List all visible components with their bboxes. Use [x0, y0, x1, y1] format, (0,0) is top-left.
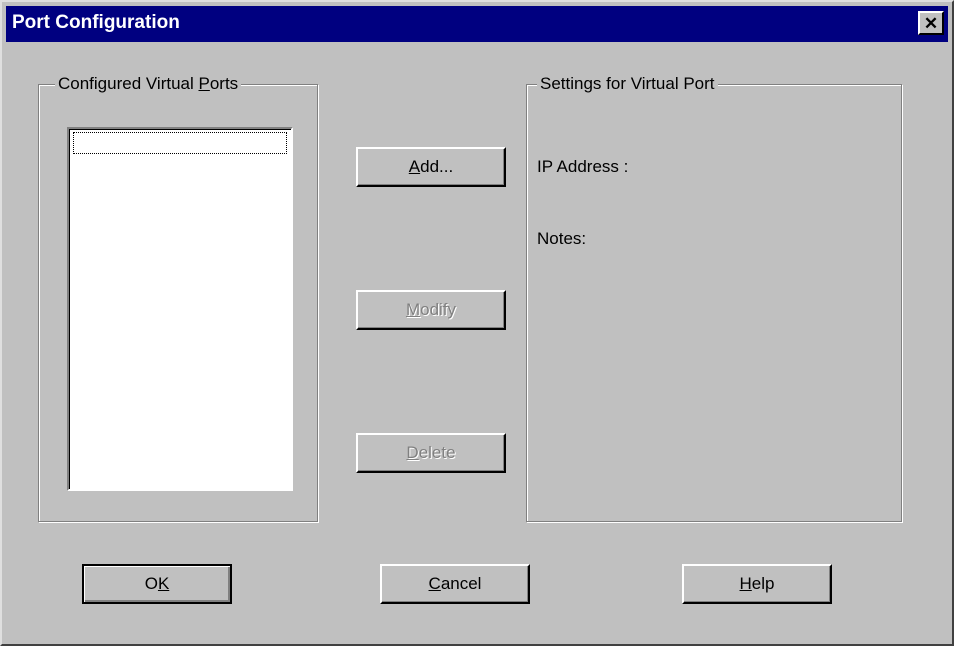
legend-text-pre: Configured Virtual [58, 74, 199, 93]
cancel-button[interactable]: Cancel [380, 564, 530, 604]
configured-ports-group: Configured Virtual Ports [38, 74, 318, 522]
configured-ports-legend: Configured Virtual Ports [55, 74, 242, 94]
ip-address-label: IP Address : [537, 157, 629, 176]
help-button[interactable]: Help [682, 564, 832, 604]
ok-button[interactable]: OK [82, 564, 232, 604]
add-label-rest: dd... [420, 157, 454, 176]
delete-button-label: Delete [406, 443, 455, 463]
add-button-label: Add... [409, 157, 453, 177]
delete-label-rest: elete [418, 443, 456, 462]
ok-access-key: K [157, 574, 170, 593]
delete-button[interactable]: Delete [356, 433, 506, 473]
cancel-label-rest: ancel [440, 574, 482, 593]
legend-access-key: P [198, 74, 210, 93]
title-bar[interactable]: Port Configuration ✕ [6, 6, 948, 42]
cancel-button-label: Cancel [429, 574, 482, 594]
delete-access-key: D [406, 443, 419, 462]
settings-group: Settings for Virtual Port IP Address : N… [526, 74, 902, 522]
close-button[interactable]: ✕ [918, 11, 944, 35]
close-icon: ✕ [923, 13, 939, 33]
notes-label: Notes: [537, 229, 587, 248]
help-access-key: H [739, 574, 752, 593]
help-button-label: Help [740, 574, 775, 594]
listbox-focus-row[interactable] [73, 132, 287, 154]
modify-access-key: M [405, 300, 421, 319]
settings-legend: Settings for Virtual Port [537, 74, 718, 94]
add-button[interactable]: Add... [356, 147, 506, 187]
add-access-key: A [408, 157, 421, 176]
port-configuration-dialog: Port Configuration ✕ Configured Virtual … [0, 0, 954, 646]
ok-button-label: OK [145, 574, 170, 594]
window-title: Port Configuration [12, 12, 180, 33]
cancel-access-key: C [428, 574, 441, 593]
ok-label-pre: O [144, 574, 158, 593]
virtual-ports-listbox[interactable] [67, 127, 293, 491]
modify-button-label: Modify [406, 300, 456, 320]
modify-button[interactable]: Modify [356, 290, 506, 330]
modify-label-rest: odify [420, 300, 457, 319]
legend-text-post: orts [209, 74, 239, 93]
help-label-rest: elp [751, 574, 775, 593]
